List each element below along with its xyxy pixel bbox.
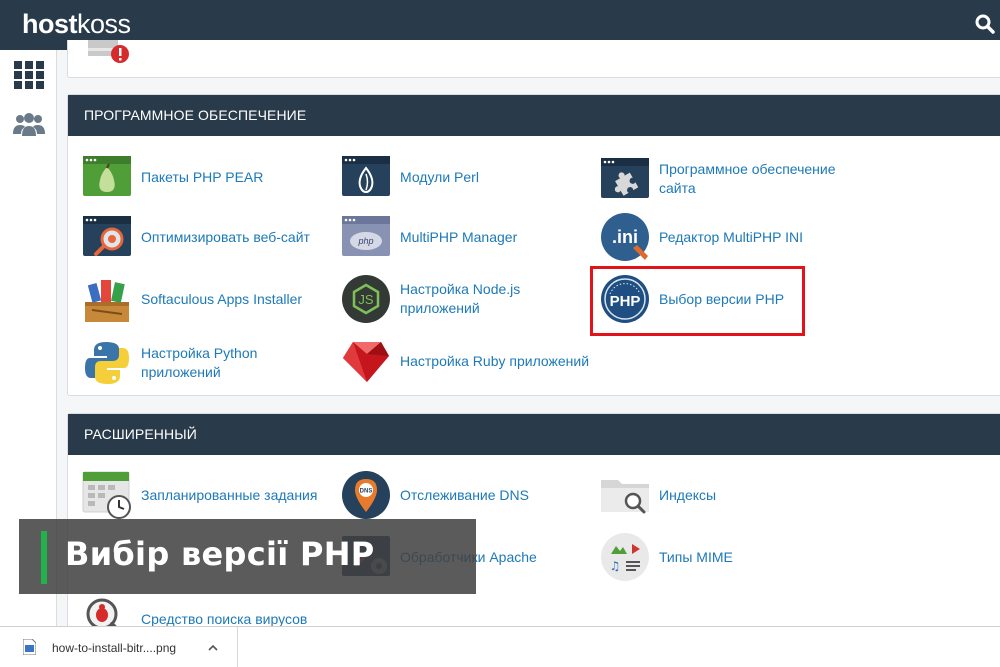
folder-search-icon — [601, 480, 649, 514]
item-perl-modules[interactable]: Модули Perl — [341, 152, 479, 202]
puzzle-icon — [601, 158, 649, 198]
python-icon — [85, 342, 129, 384]
chevron-up-icon[interactable] — [206, 641, 220, 655]
ini-icon: .ini — [601, 213, 649, 261]
download-bar: how-to-install-bitr....png — [0, 626, 1000, 667]
item-track-dns[interactable]: DNS Отслеживание DNS — [341, 470, 529, 520]
grid-icon[interactable] — [12, 60, 46, 90]
dns-icon: DNS — [342, 471, 390, 519]
nodejs-icon: JS — [342, 275, 390, 323]
previous-panel — [67, 40, 1000, 78]
highlight-box — [590, 266, 805, 336]
item-mime-types[interactable]: ♫ Типы MIME — [600, 532, 733, 582]
item-python-setup[interactable]: Настройка Python приложений — [82, 338, 291, 388]
item-softaculous[interactable]: Softaculous Apps Installer — [82, 274, 302, 324]
optimize-icon — [83, 216, 131, 256]
php-manager-icon: php — [342, 216, 390, 256]
item-php-pear[interactable]: Пакеты PHP PEAR — [82, 152, 263, 202]
svg-text:DNS: DNS — [360, 489, 373, 495]
calendar-clock-icon — [82, 471, 131, 519]
item-site-software[interactable]: Программное обеспечение сайта — [600, 154, 859, 204]
svg-text:.ini: .ini — [612, 227, 638, 247]
softaculous-icon — [85, 280, 129, 322]
svg-text:JS: JS — [358, 292, 374, 307]
alert-icon — [88, 40, 129, 63]
item-nodejs-setup[interactable]: JS Настройка Node.js приложений — [341, 274, 550, 324]
search-icon[interactable] — [974, 13, 996, 35]
advanced-panel-title: РАСШИРЕННЫЙ — [68, 414, 1000, 455]
image-file-icon — [23, 639, 36, 655]
ruby-icon — [343, 342, 389, 382]
caption-banner: Вибір версії PHP — [19, 519, 476, 594]
pear-icon — [83, 156, 131, 196]
mime-icon: ♫ — [601, 533, 649, 581]
users-icon[interactable] — [12, 110, 46, 140]
perl-icon — [342, 156, 390, 196]
item-indexes[interactable]: Индексы — [600, 470, 716, 520]
svg-text:php: php — [357, 236, 373, 246]
item-optimize-website[interactable]: Оптимизировать веб-сайт — [82, 212, 310, 262]
caption-accent-bar — [41, 531, 47, 584]
logo[interactable]: hostkoss — [22, 9, 131, 40]
item-ruby-setup[interactable]: Настройка Ruby приложений — [341, 336, 589, 386]
caption-text: Вибір версії PHP — [65, 535, 375, 573]
item-cron-jobs[interactable]: Запланированные задания — [82, 470, 317, 520]
item-multiphp-ini-editor[interactable]: .ini Редактор MultiPHP INI — [600, 212, 803, 262]
svg-text:♫: ♫ — [610, 559, 621, 573]
software-panel-title: ПРОГРАММНОЕ ОБЕСПЕЧЕНИЕ — [68, 95, 1000, 136]
download-item[interactable]: how-to-install-bitr....png — [0, 627, 238, 667]
item-multiphp-manager[interactable]: php MultiPHP Manager — [341, 212, 517, 262]
